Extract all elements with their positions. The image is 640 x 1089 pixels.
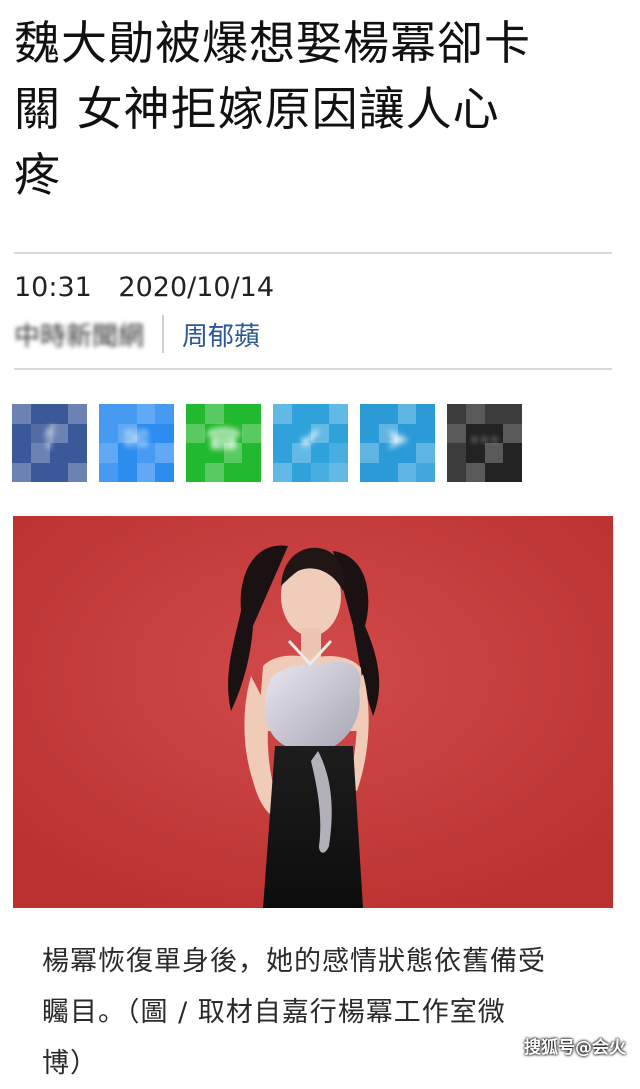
facebook-share-button[interactable]: f (12, 404, 87, 482)
headline-line: 疼 (14, 148, 61, 202)
author-link[interactable]: 周郁蘋 (182, 316, 260, 353)
watermark-text: 搜狐号@会火 (524, 1038, 626, 1058)
twitter-icon-glyph: ✔ (297, 422, 324, 457)
telegram-share-button[interactable]: ➤ (360, 404, 435, 482)
more-share-button[interactable]: ⋯ (447, 404, 522, 482)
line-icon-glyph: ☎ (204, 422, 243, 457)
caption-line: 楊冪恢復單身後，她的感情狀態依舊備受 (42, 946, 546, 977)
publish-time: 10:31 (14, 272, 92, 303)
line-share-button[interactable]: ☎ (186, 404, 261, 482)
photo-caption: 楊冪恢復單身後，她的感情狀態依舊備受 矚目。（圖 / 取材自嘉行楊冪工作室微 博… (42, 936, 582, 1089)
divider (14, 368, 612, 370)
caption-line: 博） (42, 1048, 98, 1079)
more-icon-glyph: ⋯ (469, 422, 500, 457)
source-link[interactable]: 中時新聞網 (14, 316, 144, 353)
article-photo (13, 516, 613, 908)
photo-illustration (13, 516, 613, 908)
messenger-share-button[interactable]: ✉ (99, 404, 174, 482)
messenger-icon-glyph: ✉ (123, 422, 150, 457)
byline: 中時新聞網 周郁蘋 (14, 314, 260, 354)
headline-line: 關 女神拒嫁原因讓人心 (14, 82, 500, 136)
publish-dateline: 10:31 2020/10/14 (14, 270, 274, 306)
article-headline: 魏大勛被爆想娶楊冪卻卡 關 女神拒嫁原因讓人心 疼 (14, 10, 626, 208)
divider (14, 252, 612, 254)
telegram-icon-glyph: ➤ (384, 422, 411, 457)
twitter-share-button[interactable]: ✔ (273, 404, 348, 482)
caption-line: 矚目。（圖 / 取材自嘉行楊冪工作室微 (42, 997, 506, 1028)
byline-separator (162, 315, 165, 353)
facebook-icon-glyph: f (44, 422, 55, 457)
share-buttons: f ✉ ☎ ✔ ➤ ⋯ (12, 404, 532, 484)
headline-line: 魏大勛被爆想娶楊冪卻卡 (14, 16, 531, 70)
publish-date: 2020/10/14 (118, 272, 275, 303)
